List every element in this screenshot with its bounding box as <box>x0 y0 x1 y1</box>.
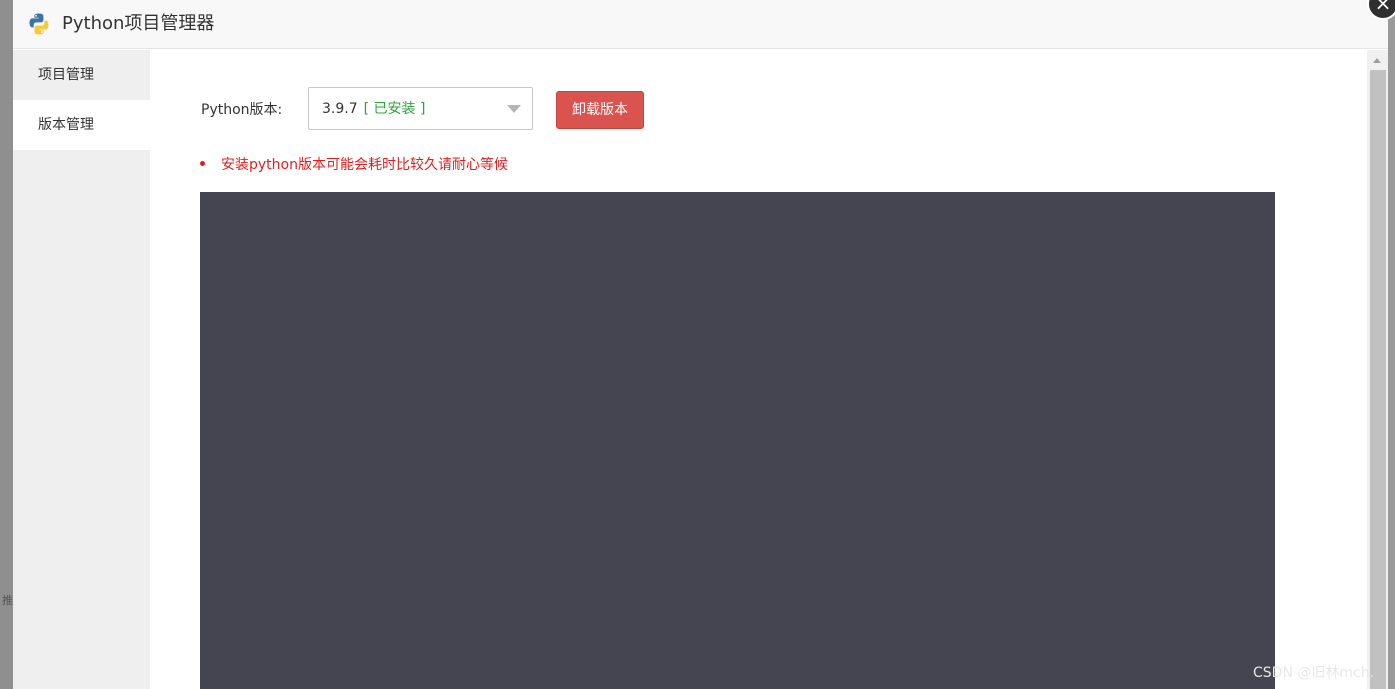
main-content: Python版本: 3.9.7 [ 已安装 ] 卸载版本 安装python版本可能… <box>150 50 1367 689</box>
background-text: 推 <box>2 594 13 607</box>
install-log-console[interactable] <box>200 192 1275 689</box>
uninstall-version-button[interactable]: 卸载版本 <box>556 91 644 129</box>
scrollbar-thumb[interactable] <box>1370 70 1386 689</box>
dialog-titlebar: Python项目管理器 <box>13 0 1388 49</box>
installed-status: [ 已安装 ] <box>363 101 426 117</box>
watermark: CSDN @旧林mch. <box>1253 665 1375 681</box>
selected-version-number: 3.9.7 <box>322 101 358 117</box>
sidebar: 项目管理 版本管理 <box>13 50 150 689</box>
python-version-label: Python版本: <box>201 102 283 118</box>
dialog-title: Python项目管理器 <box>62 13 215 34</box>
python-logo-icon <box>27 12 51 36</box>
python-manager-dialog: Python项目管理器 项目管理 版本管理 Python版本: 3.9.7 [ 已… <box>13 0 1388 689</box>
background-page: 推 <box>0 0 13 689</box>
vertical-scrollbar[interactable] <box>1367 50 1388 689</box>
install-notice: 安装python版本可能会耗时比较久请耐心等候 <box>200 155 508 175</box>
install-notice-text: 安装python版本可能会耗时比较久请耐心等候 <box>221 157 508 173</box>
sidebar-item-label: 项目管理 <box>38 67 94 83</box>
sidebar-item-version-management[interactable]: 版本管理 <box>13 100 150 150</box>
sidebar-item-label: 版本管理 <box>38 117 94 133</box>
scroll-up-arrow-icon[interactable] <box>1373 58 1381 63</box>
python-version-select[interactable]: 3.9.7 [ 已安装 ] <box>308 87 533 130</box>
selected-version: 3.9.7 [ 已安装 ] <box>322 99 425 119</box>
sidebar-item-project-management[interactable]: 项目管理 <box>13 50 150 100</box>
chevron-down-icon <box>507 105 521 113</box>
bullet-icon <box>200 160 205 166</box>
